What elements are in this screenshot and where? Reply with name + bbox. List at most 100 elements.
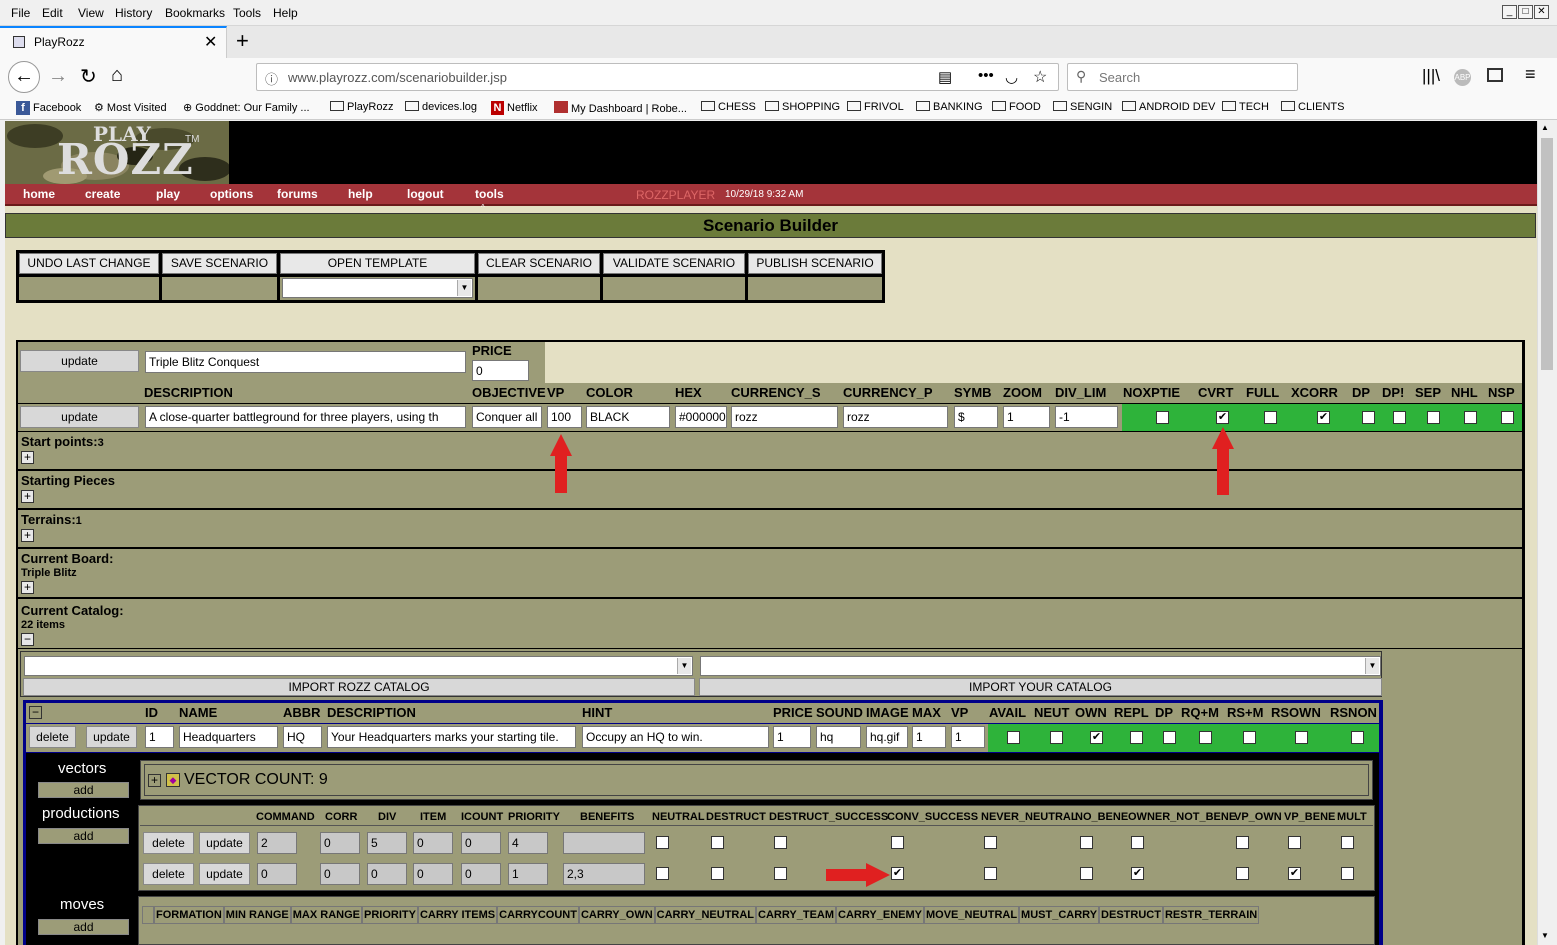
url-text[interactable]: www.playrozz.com/scenariobuilder.jsp: [288, 70, 507, 85]
bookmark-dashboard[interactable]: My Dashboard | Robe...: [554, 101, 687, 115]
item-name-field[interactable]: Headquarters: [179, 726, 278, 748]
info-icon[interactable]: ⓘ: [265, 69, 278, 88]
neut-checkbox[interactable]: [1050, 731, 1063, 744]
item-id-field[interactable]: 1: [145, 726, 174, 748]
delete-item-button[interactable]: delete: [29, 726, 76, 748]
url-bar[interactable]: ⓘ www.playrozz.com/scenariobuilder.jsp ▤…: [256, 63, 1059, 91]
prod-neutral-checkbox[interactable]: [656, 836, 669, 849]
xcorr-checkbox[interactable]: ✔: [1317, 411, 1330, 424]
your-catalog-select[interactable]: ▼: [700, 656, 1381, 676]
prod-mult-checkbox[interactable]: [1341, 867, 1354, 880]
rs-m-checkbox[interactable]: [1243, 731, 1256, 744]
item-description-field[interactable]: Your Headquarters marks your starting ti…: [327, 726, 576, 748]
maximize-icon[interactable]: □: [1518, 5, 1533, 19]
expand-icon[interactable]: +: [21, 490, 34, 503]
item-vp-field[interactable]: 1: [951, 726, 985, 748]
repl-checkbox[interactable]: [1130, 731, 1143, 744]
prod-vp-own-checkbox[interactable]: [1236, 836, 1249, 849]
nav-tools[interactable]: tools: [475, 187, 504, 201]
collapse-icon[interactable]: −: [29, 706, 42, 719]
bookmark-folder-banking[interactable]: BANKING: [916, 101, 983, 113]
prod-destruct-success-checkbox[interactable]: [774, 836, 787, 849]
div-lim-field[interactable]: -1: [1055, 406, 1118, 428]
cvrt-checkbox[interactable]: ✔: [1216, 411, 1229, 424]
clear-scenario-button[interactable]: CLEAR SCENARIO: [478, 253, 600, 274]
nav-create[interactable]: create: [85, 187, 120, 201]
prod-command-field[interactable]: 0: [257, 863, 297, 885]
bookmark-most-visited[interactable]: ⚙ Most Visited: [94, 101, 167, 114]
update-scenario-button[interactable]: update: [20, 406, 139, 428]
rsnon-checkbox[interactable]: [1351, 731, 1364, 744]
prod-item-field[interactable]: 0: [413, 863, 453, 885]
dp-checkbox[interactable]: [1362, 411, 1375, 424]
item-sound-field[interactable]: hq: [816, 726, 861, 748]
minimize-icon[interactable]: _: [1502, 5, 1517, 19]
item-hint-field[interactable]: Occupy an HQ to win.: [582, 726, 769, 748]
home-icon[interactable]: ⌂: [111, 64, 123, 87]
prod-never-neutral-checkbox[interactable]: [984, 836, 997, 849]
nav-play[interactable]: play: [156, 187, 180, 201]
menu-history[interactable]: History: [115, 6, 152, 20]
nav-home[interactable]: home: [23, 187, 55, 201]
menu-bookmarks[interactable]: Bookmarks: [165, 6, 225, 20]
more-icon[interactable]: •••: [978, 67, 994, 84]
sidebar-icon[interactable]: [1487, 68, 1503, 82]
nav-forums[interactable]: forums: [277, 187, 318, 201]
import-rozz-catalog-button[interactable]: IMPORT ROZZ CATALOG: [23, 678, 695, 696]
description-field[interactable]: A close-quarter battleground for three p…: [145, 406, 466, 428]
expand-icon[interactable]: +: [21, 581, 34, 594]
add-vector-button[interactable]: add: [38, 782, 129, 798]
prod-destruct-success-checkbox[interactable]: [774, 867, 787, 880]
close-window-icon[interactable]: ✕: [1534, 5, 1549, 19]
scroll-thumb[interactable]: [1541, 138, 1553, 370]
close-tab-icon[interactable]: ✕: [204, 32, 217, 52]
prod-benefits-field[interactable]: 2,3: [563, 863, 645, 885]
bookmark-folder-shopping[interactable]: SHOPPING: [765, 101, 840, 113]
menu-file[interactable]: File: [11, 6, 30, 20]
prod-corr-field[interactable]: 0: [320, 863, 360, 885]
search-box[interactable]: ⚲ Search: [1067, 63, 1298, 91]
symb-field[interactable]: $: [954, 406, 998, 428]
prod-destruct-checkbox[interactable]: [711, 836, 724, 849]
adblock-icon[interactable]: ABP: [1454, 69, 1471, 86]
expand-icon[interactable]: +: [21, 529, 34, 542]
bookmark-netflix[interactable]: N Netflix: [491, 101, 538, 115]
objective-field[interactable]: Conquer all: [472, 406, 542, 428]
prod-vp-own-checkbox[interactable]: [1236, 867, 1249, 880]
dp-item-checkbox[interactable]: [1163, 731, 1176, 744]
prod-mult-checkbox[interactable]: [1341, 836, 1354, 849]
sep-checkbox[interactable]: [1427, 411, 1440, 424]
prod-conv-success-checkbox[interactable]: ✔: [891, 867, 904, 880]
delete-production-button[interactable]: delete: [143, 863, 194, 885]
item-image-field[interactable]: hq.gif: [866, 726, 908, 748]
full-checkbox[interactable]: [1264, 411, 1277, 424]
prod-icount-field[interactable]: 0: [461, 863, 501, 885]
bookmark-playrozz[interactable]: PlayRozz: [330, 101, 393, 113]
add-move-button[interactable]: add: [38, 919, 129, 935]
vp-field[interactable]: 100: [547, 406, 582, 428]
prod-vp-bene-checkbox[interactable]: [1288, 836, 1301, 849]
nhl-checkbox[interactable]: [1464, 411, 1477, 424]
bookmark-folder-clients[interactable]: CLIENTS: [1281, 101, 1344, 113]
prod-div-field[interactable]: 5: [367, 832, 407, 854]
item-max-field[interactable]: 1: [912, 726, 946, 748]
rq-m-checkbox[interactable]: [1199, 731, 1212, 744]
reader-icon[interactable]: ▤: [938, 68, 952, 86]
new-tab-icon[interactable]: +: [236, 28, 249, 54]
prod-destruct-checkbox[interactable]: [711, 867, 724, 880]
bookmark-folder-android-dev[interactable]: ANDROID DEV: [1122, 101, 1215, 113]
collapse-icon[interactable]: −: [21, 633, 34, 646]
scroll-down-icon[interactable]: ▼: [1541, 931, 1549, 940]
bookmark-star-icon[interactable]: ☆: [1033, 67, 1047, 87]
avail-checkbox[interactable]: [1007, 731, 1020, 744]
prod-command-field[interactable]: 2: [257, 832, 297, 854]
playrozz-logo[interactable]: PLAY TM ROZZ: [5, 121, 229, 184]
prod-icount-field[interactable]: 0: [461, 832, 501, 854]
prod-benefits-field[interactable]: [563, 832, 645, 854]
tab-playrozz[interactable]: PlayRozz ✕: [0, 26, 227, 58]
prod-no-bene-checkbox[interactable]: [1080, 867, 1093, 880]
menu-view[interactable]: View: [78, 6, 104, 20]
back-icon[interactable]: ←: [8, 61, 40, 93]
prod-corr-field[interactable]: 0: [320, 832, 360, 854]
nsp-checkbox[interactable]: [1501, 411, 1514, 424]
